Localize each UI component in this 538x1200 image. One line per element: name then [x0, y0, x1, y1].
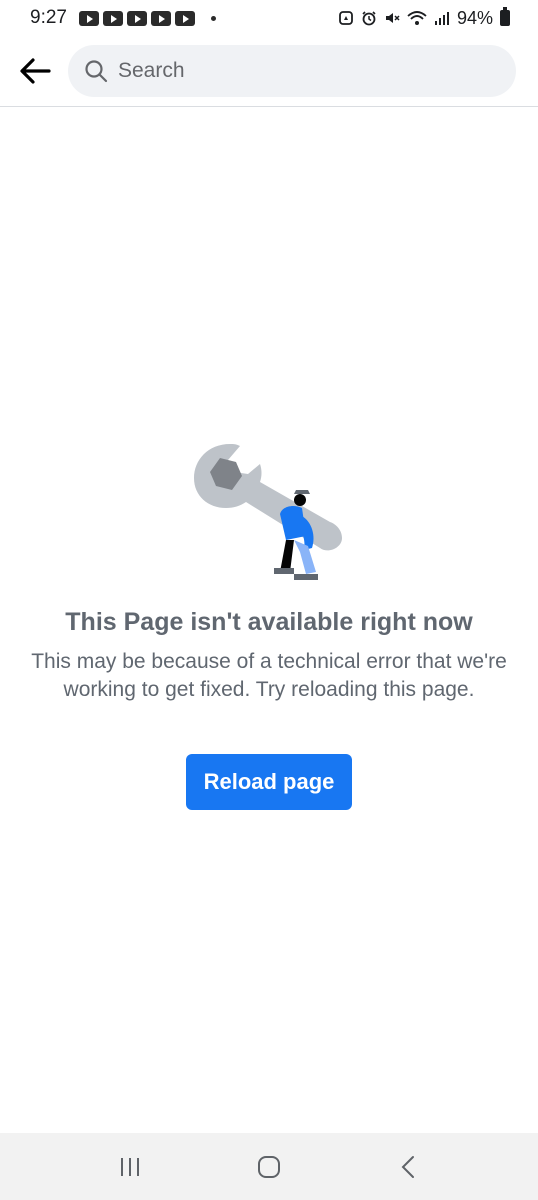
- back-button[interactable]: [10, 46, 60, 96]
- worker-leg-left: [280, 540, 294, 572]
- recycle-icon: [339, 11, 353, 25]
- youtube-icon: [150, 10, 171, 26]
- error-description: This may be because of a technical error…: [31, 650, 507, 701]
- search-box[interactable]: [68, 45, 516, 97]
- back-icon: [401, 1155, 415, 1178]
- youtube-icon: [102, 10, 123, 26]
- wrench-worker-illustration: [194, 444, 342, 580]
- signal-icon: [434, 12, 449, 25]
- youtube-icon: [126, 10, 147, 26]
- wifi-icon: [407, 11, 427, 25]
- error-title: This Page isn't available right now: [65, 608, 473, 636]
- search-input[interactable]: [118, 59, 478, 83]
- notification-icons: [78, 10, 195, 26]
- system-nav-bar: [0, 1133, 538, 1200]
- worker-boot-left: [274, 568, 294, 574]
- worker-head: [294, 494, 306, 506]
- reload-page-button[interactable]: Reload page: [186, 754, 352, 810]
- wrench-shape: [194, 444, 342, 551]
- arrow-left-icon: [20, 58, 51, 84]
- alarm-icon: [362, 11, 376, 26]
- home-button[interactable]: [239, 1142, 299, 1192]
- status-time: 9:27: [30, 7, 67, 28]
- battery-percent: 94%: [456, 7, 493, 28]
- battery-icon: [500, 7, 510, 26]
- status-left: 9:27: [30, 7, 216, 29]
- status-right: 94%: [338, 7, 510, 29]
- youtube-icon: [174, 10, 195, 26]
- worker-cap: [294, 490, 310, 494]
- system-back-button[interactable]: [378, 1142, 438, 1192]
- youtube-icon: [78, 10, 99, 26]
- top-bar: [0, 36, 538, 107]
- home-icon: [257, 1155, 280, 1178]
- more-notifications-dot-icon: [210, 15, 216, 21]
- screen: 9:27 94% Search This Page isn't availabl…: [0, 0, 538, 1200]
- recent-apps-icon: [120, 1157, 139, 1176]
- mute-icon: [385, 13, 400, 23]
- status-bar: 9:27 94%: [0, 0, 538, 36]
- recent-apps-button[interactable]: [100, 1142, 160, 1192]
- search-icon: [85, 60, 108, 83]
- worker-boot-right: [294, 574, 318, 580]
